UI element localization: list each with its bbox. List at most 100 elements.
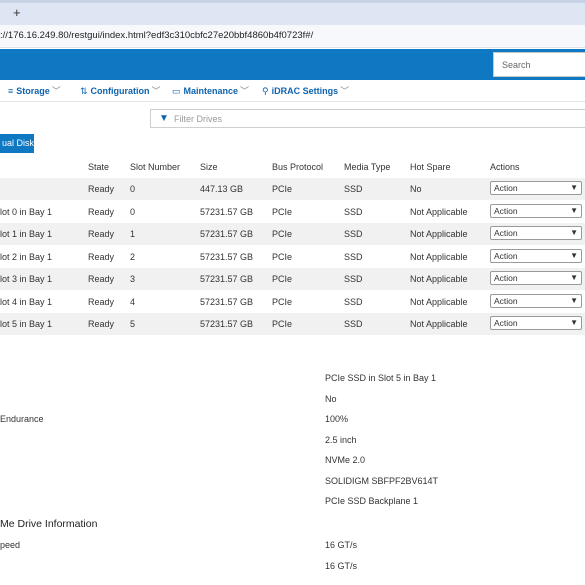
detail-value: NVMe 2.0 — [325, 455, 366, 465]
chevron-down-icon: ▼ — [570, 228, 578, 237]
action-select[interactable]: Action ▼ — [490, 226, 582, 240]
action-select[interactable]: Action ▼ — [490, 203, 582, 218]
drive-size: 57231.57 GB — [200, 251, 254, 262]
chevron-down-icon: ﹀ — [51, 86, 61, 96]
filter-placeholder: Filter Drives — [174, 114, 223, 124]
drive-hot-spare: Not Applicable — [410, 206, 468, 217]
action-select-value: Action — [494, 228, 518, 238]
col-size[interactable]: Size — [200, 162, 218, 172]
drive-media-type: SSD — [344, 251, 363, 262]
drive-size: 447.13 GB — [200, 184, 244, 194]
chevron-down-icon: ▼ — [570, 205, 578, 215]
table-row[interactable]: lot 1 in Bay 1 Ready 1 57231.57 GB PCIe SSD No… — [0, 223, 585, 245]
nav-storage[interactable]: ≡ Storage ﹀ — [8, 84, 61, 97]
search-input[interactable]: Search — [493, 52, 585, 77]
chevron-down-icon: ▼ — [570, 250, 578, 260]
col-bus-protocol[interactable]: Bus Protocol — [272, 162, 323, 172]
drive-slot: 0 — [130, 184, 136, 194]
chevron-down-icon: ▼ — [570, 273, 578, 282]
table-row[interactable]: Ready 0 447.13 GB PCIe SSD No Action ▼ — [0, 178, 585, 200]
database-icon: ≡ — [8, 86, 14, 96]
drive-state: Ready — [88, 274, 115, 284]
drive-hot-spare: Not Applicable — [410, 274, 468, 284]
chevron-down-icon: ﹀ — [151, 86, 161, 96]
nav-label: Maintenance — [183, 86, 239, 96]
new-tab-button[interactable]: + — [13, 5, 21, 20]
drive-hot-spare: Not Applicable — [410, 296, 468, 307]
drive-name: lot 1 in Bay 1 — [0, 229, 53, 239]
table-row[interactable]: lot 3 in Bay 1 Ready 3 57231.57 GB PCIe SSD No… — [0, 268, 585, 290]
table-row[interactable]: lot 4 in Bay 1 Ready 4 57231.57 GB PCIe SSD No… — [0, 291, 585, 313]
action-select-value: Action — [494, 318, 518, 328]
drive-bus-protocol: PCIe — [272, 251, 293, 262]
chevron-down-icon: ﹀ — [240, 86, 250, 96]
table-row[interactable]: lot 2 in Bay 1 Ready 2 57231.57 GB PCIe SSD No… — [0, 246, 585, 268]
drive-state: Ready — [88, 184, 115, 194]
drive-slot: 0 — [130, 206, 136, 217]
drive-name: lot 5 in Bay 1 — [0, 319, 53, 329]
col-state[interactable]: State — [88, 162, 109, 172]
drive-media-type: SSD — [344, 229, 363, 239]
nav-label: Configuration — [90, 86, 150, 96]
action-select[interactable]: Action ▼ — [490, 293, 582, 308]
filter-drives-input[interactable]: ▼ Filter Drives — [150, 109, 585, 128]
nvme-section-title: Me Drive Information — [0, 518, 98, 530]
action-select-value: Action — [494, 250, 518, 261]
action-select[interactable]: Action ▼ — [490, 271, 582, 285]
drive-state: Ready — [88, 229, 115, 239]
detail-label: Endurance — [0, 414, 44, 424]
detail-value: SOLIDIGM SBFPF2BV614T — [325, 475, 439, 486]
chevron-down-icon: ▼ — [570, 318, 578, 327]
address-bar[interactable]: ://176.16.249.80/restgui/index.html?edf3… — [0, 25, 585, 48]
drive-hot-spare: Not Applicable — [410, 229, 468, 239]
col-media-type[interactable]: Media Type — [344, 162, 390, 172]
chevron-down-icon: ▼ — [570, 295, 578, 305]
drive-bus-protocol: PCIe — [272, 319, 293, 329]
drive-bus-protocol: PCIe — [272, 206, 293, 217]
table-row[interactable]: lot 0 in Bay 1 Ready 0 57231.57 GB PCIe SSD No… — [0, 201, 585, 223]
drive-state: Ready — [88, 251, 115, 262]
drive-media-type: SSD — [344, 184, 363, 194]
action-select-value: Action — [494, 205, 518, 216]
drive-name: lot 3 in Bay 1 — [0, 274, 53, 284]
col-slot-number[interactable]: Slot Number — [130, 162, 180, 172]
drive-state: Ready — [88, 206, 115, 217]
drive-hot-spare: Not Applicable — [410, 319, 468, 329]
browser-tab-bar: + — [0, 0, 585, 25]
drive-name: lot 4 in Bay 1 — [0, 296, 53, 307]
nav-maintenance[interactable]: ▭ Maintenance ﹀ — [172, 84, 249, 97]
create-virtual-disk-button[interactable]: ual Disk — [0, 134, 34, 153]
drive-size: 57231.57 GB — [200, 229, 254, 239]
drive-bus-protocol: PCIe — [272, 184, 293, 194]
table-row[interactable]: lot 5 in Bay 1 Ready 5 57231.57 GB PCIe SSD No… — [0, 313, 585, 335]
drive-name: lot 0 in Bay 1 — [0, 206, 53, 217]
nav-label: Storage — [16, 86, 50, 96]
chevron-down-icon: ﹀ — [340, 86, 350, 96]
col-actions: Actions — [490, 162, 520, 172]
action-select[interactable]: Action ▼ — [490, 248, 582, 263]
action-select[interactable]: Action ▼ — [490, 181, 582, 195]
nvme-detail-value: 16 GT/s — [325, 540, 358, 550]
nav-label: iDRAC Settings — [271, 86, 339, 96]
drive-media-type: SSD — [344, 296, 363, 307]
col-hot-spare[interactable]: Hot Spare — [410, 162, 451, 172]
drive-state: Ready — [88, 296, 115, 307]
main-nav: ≡ Storage ﹀ ⇅ Configuration ﹀ ▭ Maintenance ﹀ … — [0, 80, 585, 102]
drive-bus-protocol: PCIe — [272, 274, 293, 284]
nav-configuration[interactable]: ⇅ Configuration ﹀ — [80, 84, 161, 97]
drive-size: 57231.57 GB — [200, 319, 254, 329]
url-text[interactable]: ://176.16.249.80/restgui/index.html?edf3… — [0, 30, 313, 41]
drive-slot: 2 — [130, 251, 136, 262]
action-select[interactable]: Action ▼ — [490, 316, 582, 330]
action-select-value: Action — [494, 295, 518, 306]
drive-size: 57231.57 GB — [200, 274, 254, 284]
action-select-value: Action — [494, 183, 518, 193]
detail-value: PCIe SSD Backplane 1 — [325, 496, 419, 506]
drive-size: 57231.57 GB — [200, 296, 254, 307]
nav-idrac-settings[interactable]: ⚲ iDRAC Settings ﹀ — [262, 84, 349, 97]
drive-hot-spare: Not Applicable — [410, 251, 468, 262]
drive-bus-protocol: PCIe — [272, 229, 293, 239]
drive-size: 57231.57 GB — [200, 206, 254, 217]
drive-slot: 4 — [130, 296, 136, 307]
chevron-down-icon: ▼ — [570, 183, 578, 192]
